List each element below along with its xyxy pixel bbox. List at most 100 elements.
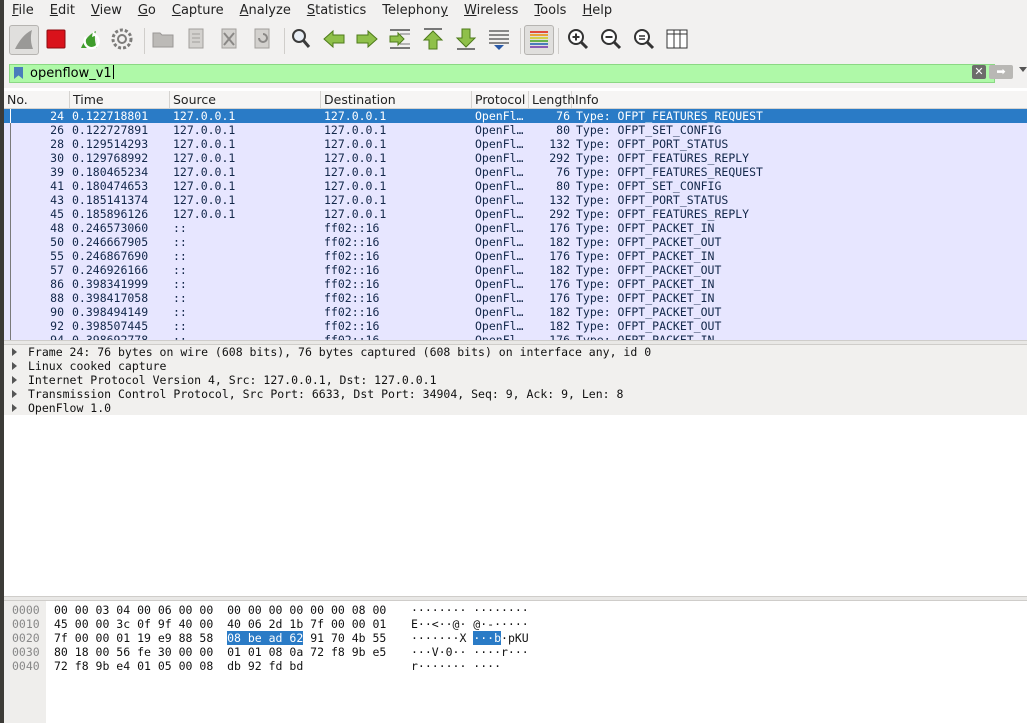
- find-packet-button[interactable]: [287, 25, 317, 55]
- bytes-row[interactable]: 0040 72 f8 9b e4 01 05 00 08 db 92 fd bd r…: [4, 659, 1027, 673]
- column-header-length[interactable]: Length: [529, 91, 575, 108]
- cell-no: 90: [50, 305, 64, 319]
- zoom-out-button[interactable]: [597, 25, 627, 55]
- menu-file[interactable]: File: [4, 0, 42, 22]
- packet-row[interactable]: 26 0.122727891 127.0.0.1 127.0.0.1 OpenFl… 80…: [4, 123, 1027, 137]
- display-filter-input[interactable]: openflow_v1: [9, 64, 995, 83]
- packet-list[interactable]: No. Time Source Destination Protocol Len…: [4, 91, 1027, 340]
- apply-filter-icon[interactable]: ➡: [989, 65, 1013, 79]
- clear-filter-icon[interactable]: ✕: [972, 65, 986, 79]
- last-packet-button[interactable]: [452, 25, 482, 55]
- cell-protocol: OpenFl…: [475, 263, 524, 277]
- menu-help[interactable]: Help: [574, 0, 620, 22]
- filter-history-dropdown-icon[interactable]: [1019, 67, 1027, 72]
- autoscroll-button[interactable]: [485, 25, 515, 55]
- cell-length: 176: [549, 333, 570, 340]
- cell-time: 0.185141374: [72, 193, 149, 207]
- stop-capture-button[interactable]: [42, 25, 72, 55]
- menu-capture[interactable]: Capture: [164, 0, 232, 22]
- hex-text: 91 70 4b 55: [303, 631, 387, 645]
- expand-arrow-icon[interactable]: [12, 390, 17, 398]
- related-packet-marker: [10, 179, 11, 193]
- reload-file-button[interactable]: [248, 25, 278, 55]
- packet-row[interactable]: 88 0.398417058:: ff02::16 OpenFl… 176 Type: O…: [4, 291, 1027, 305]
- detail-row-openflow[interactable]: OpenFlow 1.0: [4, 401, 1027, 415]
- hex-text: 80 18 00 56 fe 30 00 00 01 01 08 0a 72 f…: [54, 645, 387, 659]
- go-back-button[interactable]: [320, 25, 350, 55]
- expand-arrow-icon[interactable]: [12, 362, 17, 370]
- detail-row-tcp[interactable]: Transmission Control Protocol, Src Port:…: [4, 387, 1027, 401]
- bytes-row[interactable]: 0000 00 00 03 04 00 06 00 00 00 00 00 00 …: [4, 603, 1027, 617]
- expand-arrow-icon[interactable]: [12, 376, 17, 384]
- capture-options-button[interactable]: [108, 25, 138, 55]
- menu-telephony[interactable]: Telephony: [374, 0, 456, 22]
- bytes-row[interactable]: 0020 7f 00 00 01 19 e9 88 58 08 be ad 62 …: [4, 631, 1027, 645]
- hex-text: 72 f8 9b e4 01 05 00 08 db 92 fd bd: [54, 659, 304, 673]
- column-header-no[interactable]: No.: [4, 91, 70, 108]
- packet-row[interactable]: 41 0.180474653 127.0.0.1 127.0.0.1 OpenFl… 80…: [4, 179, 1027, 193]
- cell-info: Type: OFPT_PACKET_IN: [576, 277, 715, 291]
- packet-row[interactable]: 45 0.185896126 127.0.0.1 127.0.0.1 OpenFl… 29…: [4, 207, 1027, 221]
- menu-wireless[interactable]: Wireless: [456, 0, 526, 22]
- toolbar-separator: [144, 28, 145, 54]
- cell-time: 0.398494149: [72, 305, 149, 319]
- zoom-in-button[interactable]: [564, 25, 594, 55]
- packet-row[interactable]: 86 0.398341999:: ff02::16 OpenFl… 176 Type: O…: [4, 277, 1027, 291]
- column-header-source[interactable]: Source: [170, 91, 321, 108]
- close-file-button[interactable]: [215, 25, 245, 55]
- column-header-info[interactable]: Info: [572, 91, 1027, 108]
- column-header-time[interactable]: Time: [70, 91, 170, 108]
- packet-row[interactable]: 92 0.398507445:: ff02::16 OpenFl… 182 Type: O…: [4, 319, 1027, 333]
- menu-analyze[interactable]: Analyze: [232, 0, 299, 22]
- packet-details[interactable]: Frame 24: 76 bytes on wire (608 bits), 7…: [4, 345, 1027, 596]
- zoom-in-icon: [568, 29, 589, 50]
- column-header-protocol[interactable]: Protocol: [472, 91, 529, 108]
- menu-tools[interactable]: Tools: [526, 0, 574, 22]
- detail-row-ipv4[interactable]: Internet Protocol Version 4, Src: 127.0.…: [4, 373, 1027, 387]
- packet-row[interactable]: 55 0.246867690:: ff02::16 OpenFl… 176 Type: O…: [4, 249, 1027, 263]
- packet-row[interactable]: 30 0.129768992 127.0.0.1 127.0.0.1 OpenFl… 29…: [4, 151, 1027, 165]
- cell-no: 55: [50, 249, 64, 263]
- bytes-row[interactable]: 0030 80 18 00 56 fe 30 00 00 01 01 08 0a …: [4, 645, 1027, 659]
- restart-capture-button[interactable]: [75, 25, 105, 55]
- bytes-row[interactable]: 0010 45 00 00 3c 0f 9f 40 00 40 06 2d 1b …: [4, 617, 1027, 631]
- menu-go[interactable]: Go: [130, 0, 164, 22]
- cell-length: 176: [549, 291, 570, 305]
- packet-row[interactable]: 28 0.129514293 127.0.0.1 127.0.0.1 OpenFl… 13…: [4, 137, 1027, 151]
- bookmark-icon[interactable]: [14, 67, 23, 79]
- packet-row[interactable]: 39 0.180465234 127.0.0.1 127.0.0.1 OpenFl… 76…: [4, 165, 1027, 179]
- expand-arrow-icon[interactable]: [12, 404, 17, 412]
- related-packet-marker: [10, 291, 11, 305]
- start-capture-button[interactable]: [9, 25, 39, 55]
- menu-edit[interactable]: Edit: [42, 0, 83, 22]
- cell-no: 28: [50, 137, 64, 151]
- packet-bytes[interactable]: 0000 00 00 03 04 00 06 00 00 00 00 00 00 …: [4, 601, 1027, 723]
- cell-no: 86: [50, 277, 64, 291]
- save-file-button[interactable]: [182, 25, 212, 55]
- menu-view[interactable]: View: [83, 0, 130, 22]
- open-file-button[interactable]: [149, 25, 179, 55]
- cell-info: Type: OFPT_FEATURES_REPLY: [576, 151, 750, 165]
- detail-row-frame[interactable]: Frame 24: 76 bytes on wire (608 bits), 7…: [4, 345, 1027, 359]
- packet-row[interactable]: 50 0.246667905:: ff02::16 OpenFl… 182 Type: O…: [4, 235, 1027, 249]
- menu-statistics[interactable]: Statistics: [299, 0, 374, 22]
- column-header-destination[interactable]: Destination: [321, 91, 472, 108]
- resize-columns-button[interactable]: [663, 25, 693, 55]
- colorize-button[interactable]: [524, 25, 554, 55]
- packet-row[interactable]: 90 0.398494149:: ff02::16 OpenFl… 182 Type: O…: [4, 305, 1027, 319]
- cell-length: 182: [549, 235, 570, 249]
- go-to-packet-button[interactable]: [386, 25, 416, 55]
- expand-arrow-icon[interactable]: [12, 348, 17, 356]
- packet-row[interactable]: 57 0.246926166:: ff02::16 OpenFl… 182 Type: O…: [4, 263, 1027, 277]
- detail-row-linux-cooked[interactable]: Linux cooked capture: [4, 359, 1027, 373]
- cell-source: ::: [173, 221, 187, 235]
- go-forward-button[interactable]: [353, 25, 383, 55]
- packet-row[interactable]: 43 0.185141374 127.0.0.1 127.0.0.1 OpenFl… 13…: [4, 193, 1027, 207]
- cell-source: ::: [173, 249, 187, 263]
- normal-size-button[interactable]: [630, 25, 660, 55]
- packet-row[interactable]: 94 0.398692778:: ff02::16 OpenFl… 176 Type: O…: [4, 333, 1027, 340]
- first-packet-button[interactable]: [419, 25, 449, 55]
- packet-row-selected[interactable]: 24 0.122718801 127.0.0.1 127.0.0.1 OpenFl… 76…: [4, 109, 1027, 123]
- packet-row[interactable]: 48 0.246573060:: ff02::16 OpenFl… 176 Type: O…: [4, 221, 1027, 235]
- ascii-text: r······· ····: [411, 659, 502, 673]
